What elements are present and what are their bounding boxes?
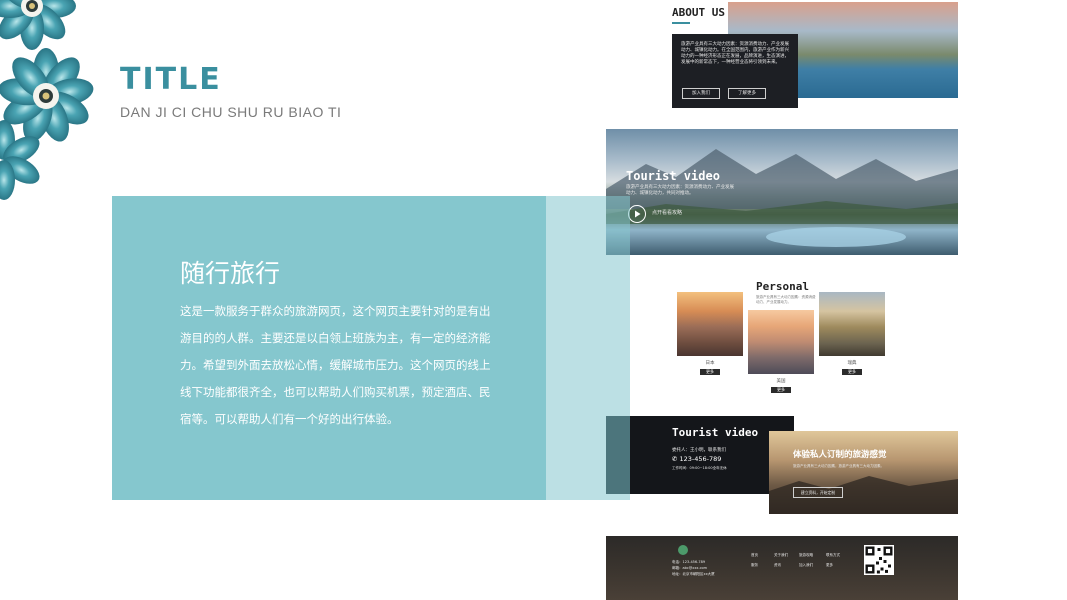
play-label: 点开看看攻略	[652, 210, 683, 216]
mockup-footer: 电话：123-456-789 邮箱：abc@xxx.com 地址：北京市朝阳区x…	[606, 536, 958, 600]
contact-teal-edge	[606, 416, 630, 494]
mockup-custom-travel: 体验私人订制的旅游感觉 旅游产业具有三大动力因素，旅游产业具有三大动力因素。 建…	[769, 431, 958, 514]
footer-link[interactable]: 服务	[751, 562, 758, 568]
mockup-tourist-video: Tourist video 旅游产业具有三大动力因素：资源消费动力、产业发展动力…	[606, 129, 958, 255]
flower-decoration	[0, 0, 100, 200]
footer-info3: 地址：北京市朝阳区xx大厦	[672, 572, 715, 576]
play-button[interactable]	[628, 205, 646, 223]
play-icon	[635, 210, 641, 218]
card-caption: 日本	[705, 361, 715, 366]
about-title: ABOUT US	[672, 6, 725, 19]
phone-icon: ✆	[672, 455, 680, 463]
personal-desc: 旅游产业具有三大动力因素：资源消费动力、产业发展动力。	[756, 295, 816, 304]
video-body-text: 旅游产业具有三大动力因素：资源消费动力、产业发展动力、城镇化动力，共同对推动。	[626, 185, 734, 196]
about-title-underline	[672, 22, 690, 24]
slide-subtitle: DAN JI CI CHU SHU RU BIAO TI	[120, 104, 342, 120]
personal-title: Personal	[756, 280, 809, 293]
contact-line2: 工作时间：09:00~18:00全年无休	[672, 466, 727, 470]
contact-phone-row: ✆ 123-456-789	[672, 455, 721, 463]
panel-heading: 随行旅行	[180, 259, 281, 288]
contact-phone: 123-456-789	[679, 455, 722, 463]
footer-link[interactable]: 更多	[826, 562, 833, 568]
custom-start-button[interactable]: 建立资料，开始定制	[793, 487, 843, 498]
card-more-button[interactable]: 更多	[771, 387, 791, 393]
footer-link[interactable]: 联系方式	[826, 552, 840, 558]
video-title: Tourist video	[626, 169, 720, 183]
card-image-city	[748, 310, 814, 374]
card-caption: 美国	[776, 379, 786, 384]
about-more-button[interactable]: 了解更多	[728, 88, 766, 99]
card-more-button[interactable]: 更多	[700, 369, 720, 375]
mockup-personal: Personal 旅游产业具有三大动力因素：资源消费动力、产业发展动力。 日本 …	[672, 276, 892, 402]
custom-body: 旅游产业具有三大动力因素，旅游产业具有三大动力因素。	[793, 464, 884, 468]
panel-description: 这是一款服务于群众的旅游网页，这个网页主要针对的是有出游目的的人群。主要还是以白…	[180, 304, 491, 426]
contact-line1: 委托人：王小明，联系我们	[672, 448, 726, 453]
about-body-text: 旅游产业具有三大动力因素：资源消费动力、产业发展动力、城镇化动力。在全国范围内，…	[681, 42, 789, 65]
qr-code-icon[interactable]	[864, 545, 894, 575]
footer-logo	[678, 545, 688, 555]
slide-title: TITLE	[120, 62, 222, 97]
mockup-contact: Tourist video 委托人：王小明，联系我们 ✆ 123-456-789…	[606, 416, 794, 494]
custom-title: 体验私人订制的旅游感觉	[793, 450, 887, 460]
card-image-river	[819, 292, 885, 356]
footer-link[interactable]: 首页	[751, 552, 758, 558]
card-more-button[interactable]: 更多	[842, 369, 862, 375]
mockup-about-us: ABOUT US 旅游产业具有三大动力因素：资源消费动力、产业发展动力、城镇化动…	[672, 2, 958, 108]
contact-title: Tourist video	[672, 426, 759, 439]
card-caption: 瑞典	[847, 361, 857, 366]
footer-link[interactable]: 资讯	[774, 562, 781, 568]
footer-link[interactable]: 旅游攻略	[799, 552, 813, 558]
about-dark-box: 旅游产业具有三大动力因素：资源消费动力、产业发展动力、城镇化动力。在全国范围内，…	[672, 34, 798, 108]
footer-link[interactable]: 加入我们	[799, 562, 813, 568]
footer-link[interactable]: 关于我们	[774, 552, 788, 558]
card-image-pier	[677, 292, 743, 356]
about-join-button[interactable]: 加入我们	[682, 88, 720, 99]
rocks-silhouette	[769, 476, 958, 514]
